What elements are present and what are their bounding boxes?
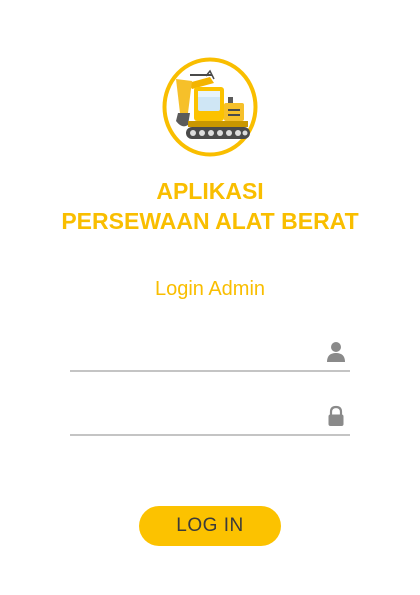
- app-title-line2: PERSEWAAN ALAT BERAT: [61, 208, 359, 234]
- person-icon: [326, 341, 346, 363]
- password-field: [70, 396, 350, 436]
- lock-icon: [326, 405, 346, 427]
- app-title-line1: APLIKASI: [156, 178, 264, 204]
- app-title: APLIKASI PERSEWAAN ALAT BERAT: [0, 176, 420, 236]
- login-subtitle: Login Admin: [154, 278, 266, 300]
- password-input[interactable]: [70, 396, 318, 432]
- excavator-icon: [162, 57, 258, 157]
- username-input[interactable]: [70, 332, 318, 368]
- login-button[interactable]: LOG IN: [139, 506, 281, 546]
- username-field: [70, 332, 350, 372]
- app-logo: [162, 57, 258, 157]
